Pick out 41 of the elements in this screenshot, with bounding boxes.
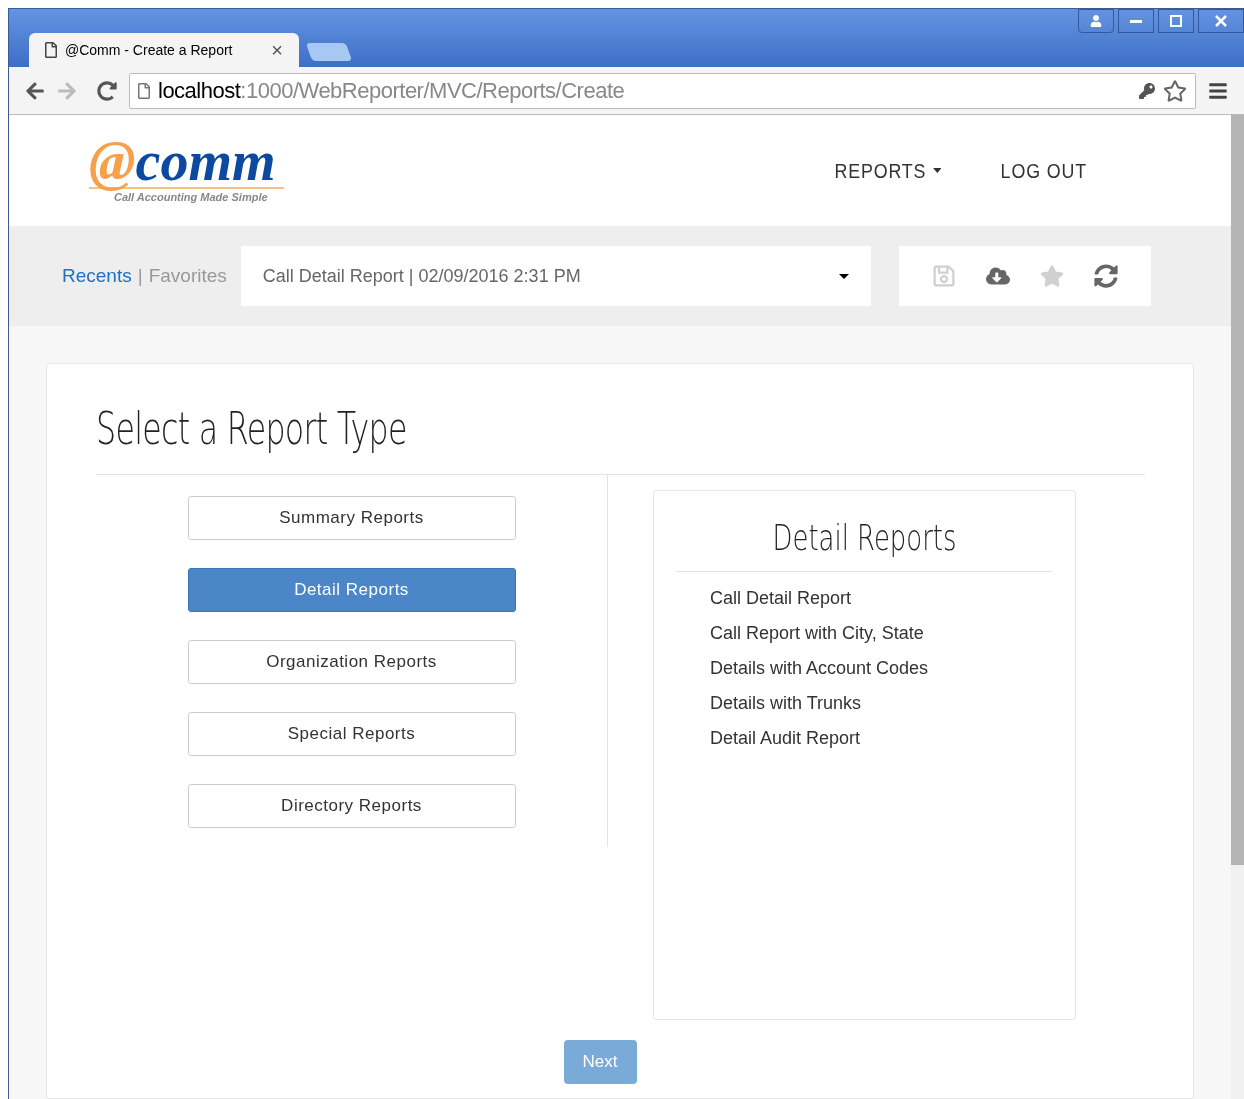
history-tab[interactable]: Recents xyxy=(62,261,132,291)
report-type-button[interactable]: Organization Reports xyxy=(187,640,516,684)
report-link[interactable]: Detail Audit Report xyxy=(710,726,1053,750)
report-type-button[interactable]: Summary Reports xyxy=(187,496,516,540)
close-icon xyxy=(1215,15,1227,27)
page-heading: Select a Report Type xyxy=(96,396,1145,475)
reports-menu[interactable]: REPORTS xyxy=(834,154,942,187)
logout-link[interactable]: LOG OUT xyxy=(1001,154,1088,187)
url-text: localhost:1000/WebReporter/MVC/Reports/Create xyxy=(158,77,625,105)
caret-icon xyxy=(933,168,942,173)
bookmark-star-icon[interactable] xyxy=(1163,78,1187,103)
report-link[interactable]: Call Report with City, State xyxy=(710,621,1053,645)
back-icon[interactable] xyxy=(25,80,45,101)
profile-button[interactable] xyxy=(1078,9,1114,33)
menu-icon[interactable] xyxy=(1208,80,1228,101)
recent-reports-select[interactable]: Call Detail Report | 02/09/2016 2:31 PM xyxy=(240,246,871,306)
scrollbar[interactable] xyxy=(1231,115,1244,1099)
panel-title: Detail Reports xyxy=(771,516,958,560)
report-type-button[interactable]: Detail Reports xyxy=(187,568,516,612)
reload-icon[interactable] xyxy=(97,80,117,101)
browser-tab[interactable]: @Comm - Create a Report × xyxy=(29,33,299,67)
new-tab-button[interactable] xyxy=(305,43,353,61)
refresh-icon[interactable] xyxy=(1093,264,1118,288)
person-icon xyxy=(1090,15,1102,27)
logo[interactable]: @comm Call Accounting Made Simple xyxy=(89,135,284,206)
report-link[interactable]: Details with Account Codes xyxy=(710,656,1053,680)
minimize-button[interactable] xyxy=(1118,9,1154,33)
caret-icon xyxy=(838,273,849,279)
report-link[interactable]: Call Detail Report xyxy=(710,586,1053,610)
tab-close[interactable]: × xyxy=(271,35,283,65)
page-icon xyxy=(138,82,150,99)
separator: | xyxy=(137,263,143,288)
maximize-button[interactable] xyxy=(1158,9,1194,33)
report-link[interactable]: Details with Trunks xyxy=(710,691,1053,715)
address-bar[interactable]: localhost:1000/WebReporter/MVC/Reports/Create xyxy=(129,72,1196,109)
close-button[interactable] xyxy=(1198,9,1244,33)
key-icon[interactable] xyxy=(1139,82,1155,99)
tab-title: @Comm - Create a Report xyxy=(65,40,234,60)
report-type-button[interactable]: Special Reports xyxy=(187,712,516,756)
report-type-button[interactable]: Directory Reports xyxy=(187,784,516,828)
page-icon xyxy=(45,42,57,58)
